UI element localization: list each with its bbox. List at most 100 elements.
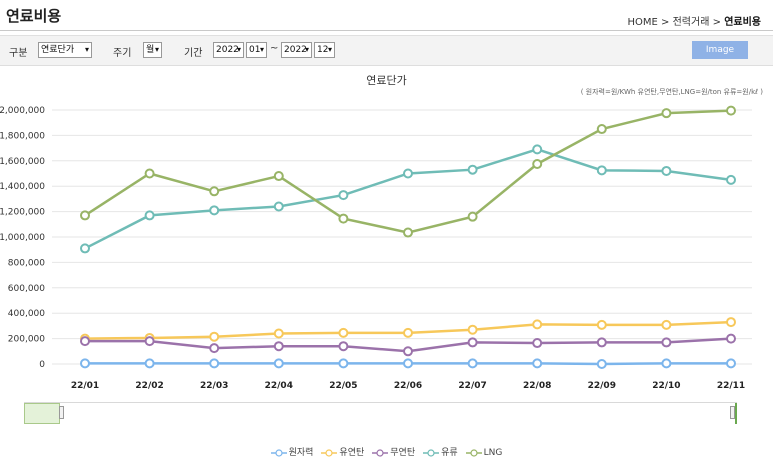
y-tick-label: 1,000,000 xyxy=(0,233,45,243)
data-point[interactable] xyxy=(144,168,155,179)
data-point[interactable] xyxy=(338,190,349,201)
data-point[interactable] xyxy=(273,201,284,212)
data-point[interactable] xyxy=(338,358,349,369)
data-point[interactable] xyxy=(403,227,413,238)
data-point[interactable] xyxy=(596,359,607,369)
navigator-selection[interactable] xyxy=(24,403,60,424)
data-point[interactable] xyxy=(338,341,349,352)
x-tick-label: 22/03 xyxy=(200,381,228,391)
breadcrumb-home[interactable]: HOME xyxy=(628,17,658,28)
legend-label: 원자력 xyxy=(288,448,314,458)
data-point[interactable] xyxy=(209,205,220,216)
data-point[interactable] xyxy=(467,324,478,335)
end-year-select[interactable]: 2022 ▾ xyxy=(281,42,312,58)
x-tick-label: 22/01 xyxy=(71,381,99,391)
data-point[interactable] xyxy=(661,165,672,176)
data-point[interactable] xyxy=(532,158,543,169)
data-point[interactable] xyxy=(209,358,220,369)
data-point[interactable] xyxy=(144,358,155,369)
data-point[interactable] xyxy=(403,358,413,369)
legend-item[interactable]: 유류 xyxy=(423,445,458,458)
start-year-select[interactable]: 2022 ▾ xyxy=(213,42,244,58)
data-point[interactable] xyxy=(532,144,543,155)
data-point[interactable] xyxy=(596,124,607,135)
data-point[interactable] xyxy=(661,337,672,348)
legend-item[interactable]: LNG xyxy=(465,448,502,458)
data-point[interactable] xyxy=(80,243,90,254)
data-point[interactable] xyxy=(726,358,736,369)
y-tick-label: 2,000,000 xyxy=(0,106,45,116)
data-point[interactable] xyxy=(209,331,220,342)
legend-item[interactable]: 무연탄 xyxy=(372,445,415,458)
range-navigator[interactable] xyxy=(24,402,737,425)
data-point[interactable] xyxy=(661,358,672,369)
data-point[interactable] xyxy=(596,319,607,330)
period-select[interactable]: 월 ▾ xyxy=(143,42,162,58)
start-month-select[interactable]: 01 ▾ xyxy=(246,42,267,58)
start-year-value: 2022 xyxy=(216,45,239,55)
data-point[interactable] xyxy=(80,336,90,347)
breadcrumb-separator: > xyxy=(712,17,721,28)
data-point[interactable] xyxy=(467,337,478,348)
data-point[interactable] xyxy=(273,171,284,182)
y-tick-label: 1,400,000 xyxy=(0,182,45,192)
data-point[interactable] xyxy=(209,186,220,197)
end-month-select[interactable]: 12 ▾ xyxy=(314,42,335,58)
y-tick-label: 1,600,000 xyxy=(0,157,45,167)
data-point[interactable] xyxy=(403,346,413,357)
legend-label: 무연탄 xyxy=(390,448,416,458)
data-point[interactable] xyxy=(403,327,413,338)
data-point[interactable] xyxy=(273,341,284,352)
page-title: 연료비용 xyxy=(6,7,62,25)
y-tick-label: 0 xyxy=(39,360,45,370)
data-point[interactable] xyxy=(532,358,543,369)
data-point[interactable] xyxy=(532,319,543,330)
data-point[interactable] xyxy=(467,358,478,369)
navigator-left-handle[interactable] xyxy=(59,406,64,419)
data-point[interactable] xyxy=(467,211,478,222)
data-point[interactable] xyxy=(596,337,607,348)
data-point[interactable] xyxy=(726,317,736,328)
data-point[interactable] xyxy=(726,105,736,116)
data-point[interactable] xyxy=(209,343,220,354)
x-tick-label: 22/02 xyxy=(135,381,163,391)
legend-item[interactable]: 유연탄 xyxy=(321,445,364,458)
legend-label: 유류 xyxy=(441,448,458,458)
x-tick-label: 22/05 xyxy=(329,381,357,391)
data-point[interactable] xyxy=(403,168,413,179)
y-tick-label: 800,000 xyxy=(8,258,45,268)
data-point[interactable] xyxy=(80,358,90,369)
breadcrumb-separator: > xyxy=(661,17,670,28)
data-point[interactable] xyxy=(338,213,349,224)
data-point[interactable] xyxy=(80,210,90,221)
legend-marker-icon xyxy=(270,448,287,457)
x-tick-label: 22/08 xyxy=(523,381,551,391)
image-export-button[interactable]: Image xyxy=(692,41,748,59)
navigator-series-line xyxy=(735,403,737,424)
breadcrumb-section[interactable]: 전력거래 xyxy=(673,17,710,28)
x-tick-label: 22/09 xyxy=(588,381,616,391)
data-point[interactable] xyxy=(144,336,155,347)
data-point[interactable] xyxy=(144,210,155,221)
data-point[interactable] xyxy=(661,108,672,119)
category-select[interactable]: 연료단가 ▾ xyxy=(38,42,92,58)
range-label: 기간 xyxy=(184,48,203,59)
start-month-value: 01 xyxy=(249,45,261,55)
data-point[interactable] xyxy=(726,174,736,185)
data-point[interactable] xyxy=(273,328,284,339)
data-point[interactable] xyxy=(661,319,672,330)
title-divider xyxy=(0,30,773,31)
data-point[interactable] xyxy=(467,164,478,175)
data-point[interactable] xyxy=(596,165,607,176)
line-chart: 0 200,000 400,000 600,000 800,000 1,000,000 1,… xyxy=(0,105,752,391)
data-point[interactable] xyxy=(532,338,543,349)
y-tick-label: 400,000 xyxy=(8,309,45,319)
data-point[interactable] xyxy=(273,358,284,369)
data-point[interactable] xyxy=(338,327,349,338)
legend-marker-icon xyxy=(372,448,389,457)
legend-item[interactable]: 원자력 xyxy=(270,445,314,458)
x-tick-label: 22/06 xyxy=(394,381,422,391)
data-point[interactable] xyxy=(726,333,736,344)
chevron-down-icon: ▾ xyxy=(327,45,332,54)
x-tick-label: 22/10 xyxy=(652,381,680,391)
